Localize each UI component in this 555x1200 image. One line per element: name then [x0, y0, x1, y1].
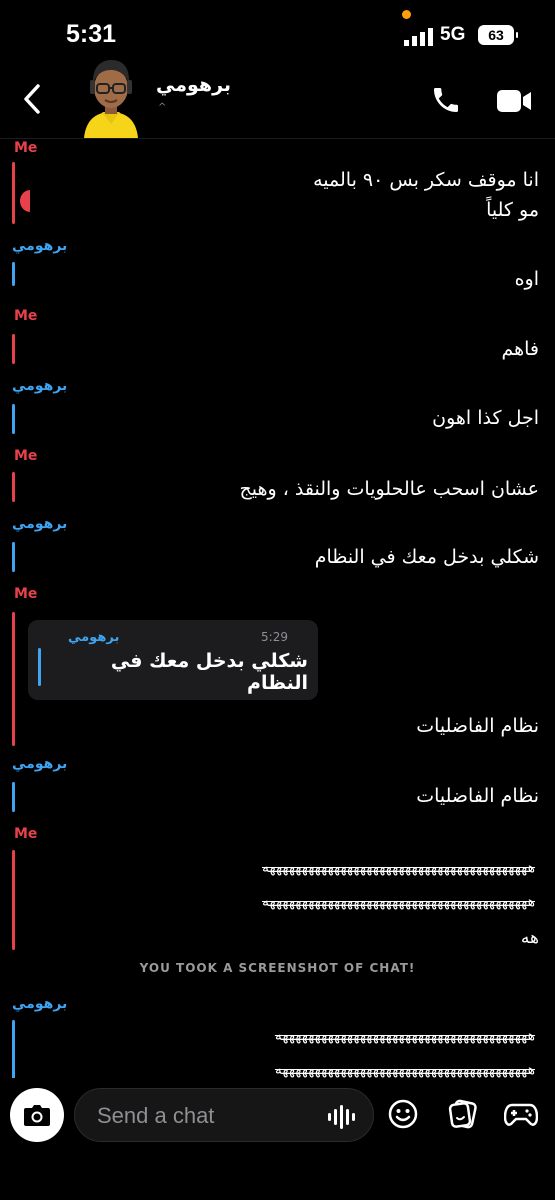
network-label: 5G: [440, 24, 466, 45]
message-text[interactable]: فاهم: [501, 335, 539, 363]
camera-button[interactable]: [10, 1088, 64, 1142]
quoted-message[interactable]: برهومي 5:29 شكلي بدخل معك في النظام: [28, 620, 318, 700]
battery-icon: 63: [478, 25, 518, 45]
sender-bar: [12, 404, 15, 434]
contact-name[interactable]: برهومي: [156, 74, 231, 96]
signal-icon: [404, 28, 433, 46]
avatar[interactable]: [78, 56, 144, 138]
sender-bar: [12, 612, 15, 746]
sender-bar: [12, 1020, 15, 1078]
video-camera-icon[interactable]: [496, 88, 532, 114]
status-time: 5:31: [66, 20, 117, 48]
message-text[interactable]: هههههههههههههههههههههههههههههههههههههههه…: [28, 850, 535, 886]
sender-label: برهومي: [12, 516, 68, 532]
chat-header: برهومي ^: [0, 50, 555, 139]
phone-icon[interactable]: [430, 84, 462, 116]
sender-bar: [12, 262, 15, 286]
quote-time: 5:29: [261, 630, 288, 644]
quote-sender: برهومي: [68, 630, 120, 645]
sender-label: برهومي: [12, 996, 68, 1012]
contact-status: ^: [158, 102, 167, 113]
sticker-icon[interactable]: [448, 1099, 478, 1129]
saved-marker-icon: [20, 190, 30, 212]
message-text[interactable]: هههههههههههههههههههههههههههههههههههههههه: [78, 1018, 535, 1054]
sender-label: برهومي: [12, 756, 68, 772]
message-text[interactable]: مو كلياً: [486, 196, 539, 224]
quote-text: شكلي بدخل معك في النظام: [110, 650, 308, 694]
sender-bar: [12, 472, 15, 502]
sender-label: Me: [14, 308, 38, 324]
sender-label: Me: [14, 140, 38, 156]
message-text[interactable]: هههههههههههههههههههههههههههههههههههههههه…: [28, 884, 535, 920]
sender-label: Me: [14, 448, 38, 464]
composer-bar: [0, 1078, 555, 1200]
privacy-indicator: [402, 10, 411, 19]
message-text[interactable]: اوه: [515, 265, 539, 293]
chat-input-pill[interactable]: [74, 1088, 374, 1142]
sender-bar: [12, 542, 15, 572]
sender-label: برهومي: [12, 238, 68, 254]
voice-wave-icon[interactable]: [327, 1104, 359, 1130]
sender-label: Me: [14, 826, 38, 842]
message-text[interactable]: عشان اسحب عالحلويات والنقذ ، وهيج: [240, 475, 539, 503]
chevron-left-icon[interactable]: [22, 84, 42, 114]
gamepad-icon[interactable]: [504, 1099, 538, 1129]
message-text[interactable]: انا موقف سكر بس ٩٠ بالميه: [313, 166, 539, 194]
camera-icon: [24, 1105, 50, 1126]
message-text[interactable]: نظام الفاضليات: [416, 782, 539, 810]
message-text[interactable]: هه: [521, 924, 539, 952]
sender-bar: [12, 334, 15, 364]
chat-input[interactable]: [95, 1099, 319, 1133]
message-text[interactable]: اجل كذا اهون: [432, 404, 539, 432]
quote-bar: [38, 648, 41, 686]
sender-label: Me: [14, 586, 38, 602]
message-text[interactable]: هههههههههههههههههههههههههههههههههههههههه: [78, 1052, 535, 1078]
sender-label: برهومي: [12, 378, 68, 394]
message-text[interactable]: شكلي بدخل معك في النظام: [315, 543, 539, 571]
message-list[interactable]: Me انا موقف سكر بس ٩٠ بالميه مو كلياً بر…: [0, 138, 555, 1078]
screenshot-notice: YOU TOOK A SCREENSHOT OF CHAT!: [139, 961, 416, 975]
smiley-icon[interactable]: [388, 1099, 418, 1129]
sender-bar: [12, 782, 15, 812]
sender-bar: [12, 162, 15, 224]
sender-bar: [12, 850, 15, 950]
message-text[interactable]: نظام الفاضليات: [416, 712, 539, 740]
